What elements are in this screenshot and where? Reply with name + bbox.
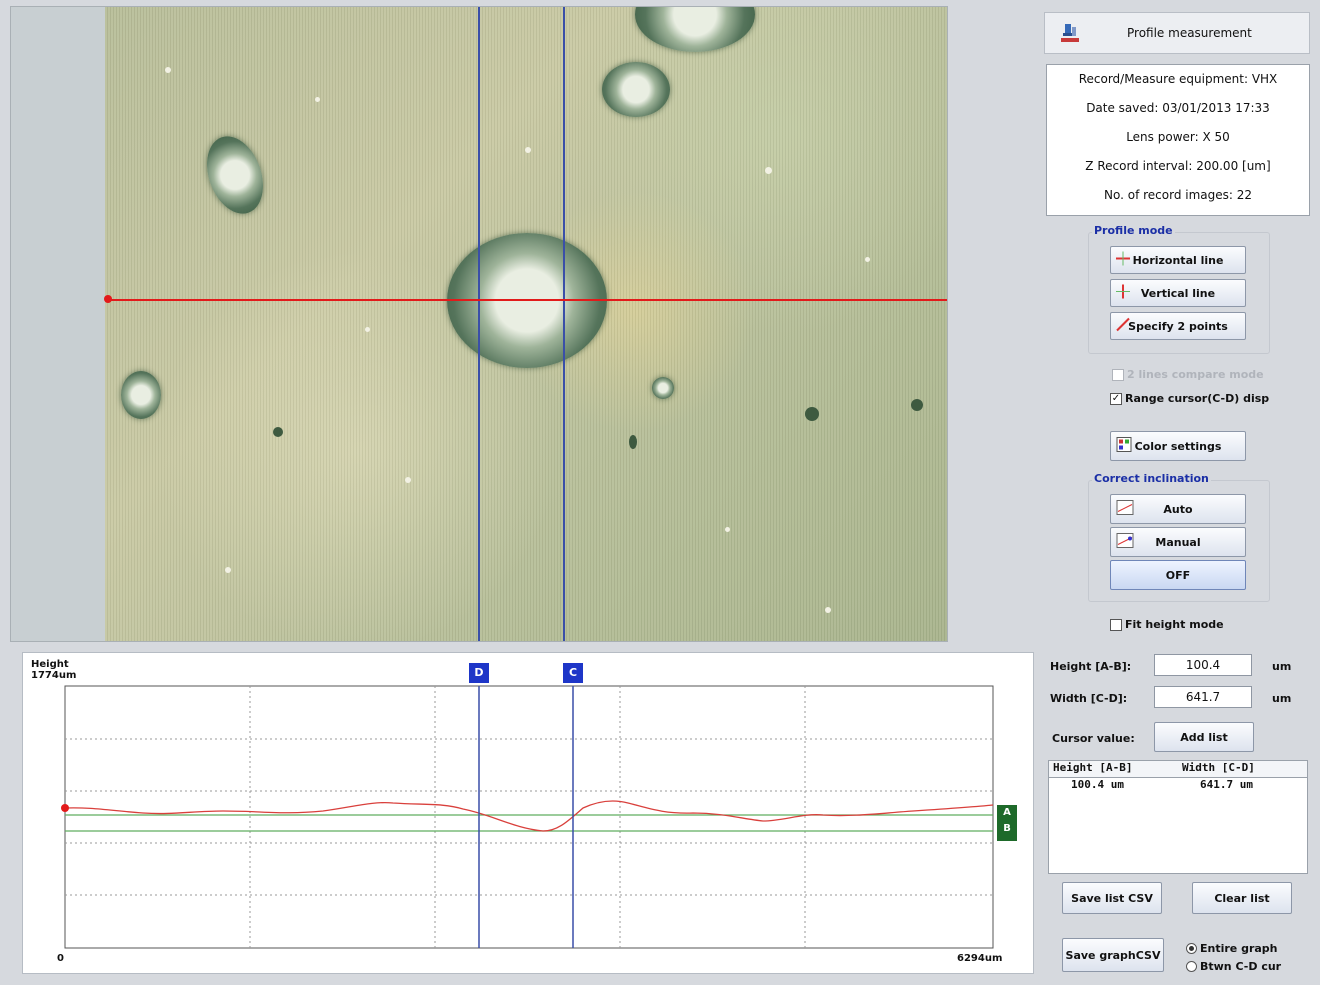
inclination-auto-button[interactable]: Auto	[1110, 494, 1246, 524]
width-label: Width [C-D]:	[1050, 692, 1128, 705]
cursor-c-line[interactable]	[563, 7, 565, 641]
profile-line-handle[interactable]	[104, 295, 112, 303]
surface-image	[105, 7, 947, 641]
graph-canvas	[61, 663, 1017, 949]
height-label: Height [A-B]:	[1050, 660, 1132, 673]
width-value-field[interactable]: 641.7	[1154, 686, 1252, 708]
add-list-button[interactable]: Add list	[1154, 722, 1254, 752]
specify-two-points-button[interactable]: Specify 2 points	[1110, 312, 1246, 340]
auto-incline-icon	[1116, 500, 1134, 519]
list-header: Height [A-B] Width [C-D]	[1049, 761, 1307, 778]
profile-horizontal-line[interactable]	[105, 299, 947, 301]
panel-header: Profile measurement	[1044, 12, 1310, 54]
list-item[interactable]: 100.4 um 641.7 um	[1049, 778, 1307, 792]
vertical-line-button[interactable]: Vertical line	[1110, 279, 1246, 307]
info-box: Record/Measure equipment: VHX Date saved…	[1046, 64, 1310, 216]
pit-feature	[196, 128, 274, 222]
panel-title: Profile measurement	[1127, 26, 1252, 40]
pit-feature	[602, 62, 670, 117]
range-cursor-checkbox[interactable]: ✓ Range cursor(C-D) disp	[1110, 392, 1269, 405]
profile-mode-title: Profile mode	[1092, 224, 1175, 237]
clear-list-button[interactable]: Clear list	[1192, 882, 1292, 914]
save-graph-csv-button[interactable]: Save graphCSV	[1062, 938, 1164, 972]
pit-feature	[121, 371, 161, 419]
two-lines-compare-checkbox[interactable]: 2 lines compare mode	[1112, 368, 1264, 381]
save-list-csv-button[interactable]: Save list CSV	[1062, 882, 1162, 914]
height-unit: um	[1272, 660, 1292, 673]
x-axis-end: 6294um	[957, 953, 1003, 964]
manual-incline-icon	[1116, 533, 1134, 552]
measurement-list[interactable]: Height [A-B] Width [C-D] 100.4 um 641.7 …	[1048, 760, 1308, 874]
inclination-off-button[interactable]: OFF	[1110, 560, 1246, 590]
microscope-icon	[1061, 24, 1079, 42]
width-unit: um	[1272, 692, 1292, 705]
pit-feature	[652, 377, 674, 399]
profile-graph[interactable]: Height 1774um D C A B 0 6294um	[22, 652, 1034, 974]
curve-start-handle[interactable]	[61, 804, 69, 812]
cursor-d-line[interactable]	[478, 7, 480, 641]
cursor-b-label: B	[1003, 823, 1011, 834]
fit-height-checkbox[interactable]: Fit height mode	[1110, 618, 1224, 631]
inclination-manual-button[interactable]: Manual	[1110, 527, 1246, 557]
horizontal-line-icon	[1116, 251, 1130, 269]
cursor-d-label: D	[474, 666, 484, 679]
info-equipment: Record/Measure equipment: VHX	[1078, 72, 1278, 86]
height-value-field[interactable]: 100.4	[1154, 654, 1252, 676]
cursor-a-label: A	[1003, 807, 1011, 818]
info-z-interval: Z Record interval: 200.00 [um]	[1085, 159, 1271, 173]
entire-graph-radio[interactable]: Entire graph	[1186, 942, 1278, 955]
measurement-panel: Height [A-B]: 100.4 um Width [C-D]: 641.…	[1036, 646, 1318, 984]
correct-inclination-title: Correct inclination	[1092, 472, 1211, 485]
plot-frame	[64, 685, 994, 949]
cursor-value-label: Cursor value:	[1052, 732, 1135, 745]
diagonal-line-icon	[1116, 317, 1130, 335]
palette-icon	[1116, 437, 1132, 456]
x-axis-start: 0	[57, 953, 64, 964]
vertical-line-icon	[1116, 284, 1130, 302]
microscope-image-view[interactable]	[10, 6, 948, 642]
pit-feature	[635, 7, 755, 52]
between-cd-radio[interactable]: Btwn C-D cur	[1186, 960, 1281, 973]
right-control-panel: Profile measurement Record/Measure equip…	[1036, 6, 1318, 640]
cursor-c-label: C	[568, 666, 578, 679]
horizontal-line-button[interactable]: Horizontal line	[1110, 246, 1246, 274]
info-lens-power: Lens power: X 50	[1126, 130, 1230, 144]
info-date-saved: Date saved: 03/01/2013 17:33	[1086, 101, 1270, 115]
color-settings-button[interactable]: Color settings	[1110, 431, 1246, 461]
list-col-height: Height [A-B]	[1053, 761, 1133, 774]
list-col-width: Width [C-D]	[1182, 761, 1255, 774]
info-num-images: No. of record images: 22	[1103, 188, 1253, 202]
